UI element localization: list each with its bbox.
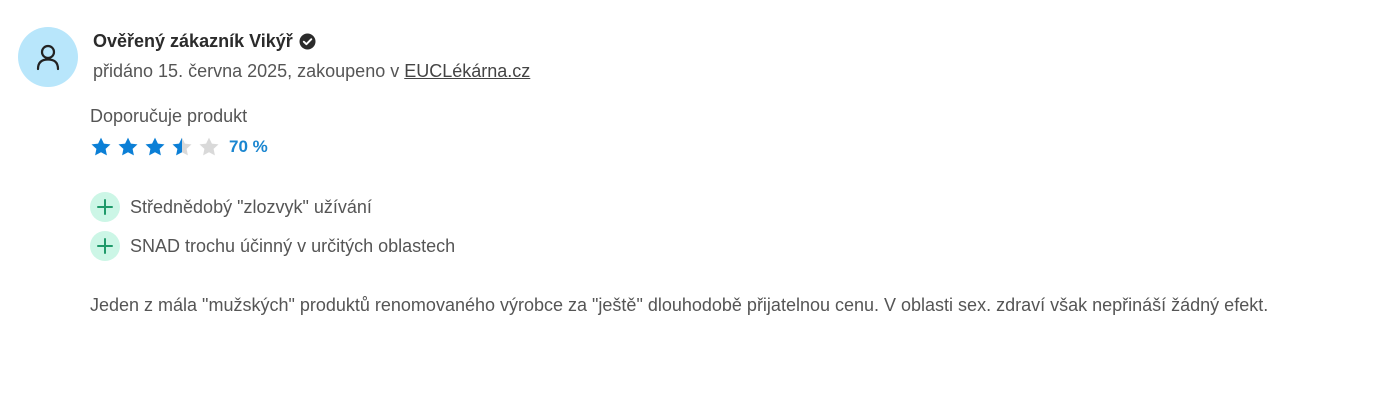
rating: 70 % [90,135,268,159]
pro-item: Střednědobý "zlozvyk" užívání [90,192,455,222]
pro-text: Střednědobý "zlozvyk" užívání [130,196,372,217]
pro-item: SNAD trochu účinný v určitých oblastech [90,231,455,261]
recommend-label: Doporučuje produkt [90,106,248,126]
review-date-text: přidáno 15. června 2025, zakoupeno v [93,61,405,81]
star-icon [90,136,112,158]
verified-check-icon [299,33,316,50]
plus-icon [90,192,120,222]
store-link[interactable]: EUCLékárna.cz [404,61,530,81]
review-meta: přidáno 15. června 2025, zakoupeno v EUC… [93,60,530,82]
user-icon [36,44,60,71]
pro-text: SNAD trochu účinný v určitých oblastech [130,235,456,256]
author-row: Ověřený zákazník Vikýř [93,30,530,52]
star-icon [144,136,166,158]
pros-list: Střednědobý "zlozvyk" užívání SNAD troch… [90,192,455,270]
avatar [18,27,78,87]
star-icon [198,136,220,158]
review-card: Ověřený zákazník Vikýř přidáno 15. červn… [0,0,1378,406]
author-name: Ověřený zákazník Vikýř [93,30,293,51]
review-text: Jeden z mála "mužských" produktů renomov… [90,295,1269,315]
review-header: Ověřený zákazník Vikýř přidáno 15. červn… [93,30,530,82]
star-rating [90,136,225,158]
star-icon [171,136,193,158]
star-icon [117,136,139,158]
rating-percent: 70 % [229,137,268,156]
plus-icon [90,231,120,261]
